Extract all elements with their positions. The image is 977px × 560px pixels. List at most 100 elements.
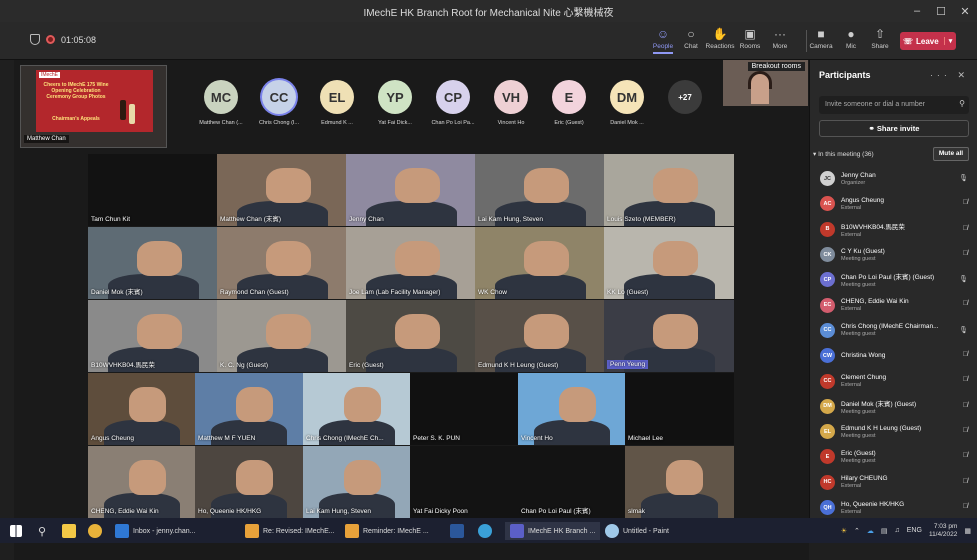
rooms-button[interactable]: ▣ Rooms bbox=[735, 26, 765, 50]
video-tile[interactable]: WK Chow bbox=[475, 227, 605, 299]
avatar-tile[interactable]: E Eric (Guest) bbox=[541, 80, 597, 126]
task-reminder[interactable]: Reminder: IMechE ... bbox=[345, 522, 429, 540]
video-tile[interactable]: CHENG, Eddie Wai Kin bbox=[88, 446, 196, 518]
task-teams[interactable]: IMechE HK Branch ... bbox=[505, 522, 601, 540]
video-tile[interactable]: Joe Lam (Lab Facility Manager) bbox=[346, 227, 476, 299]
avatar-tile[interactable]: EL Edmund K ... bbox=[309, 80, 365, 126]
avatar-tile[interactable]: VH Vincent Ho bbox=[483, 80, 539, 126]
video-tile[interactable]: Lai Kam Hung, Steven bbox=[475, 154, 605, 226]
task-reminder-label: Reminder: IMechE ... bbox=[363, 527, 429, 535]
cloud-icon[interactable]: ☁ bbox=[867, 527, 874, 535]
avatar: CC bbox=[262, 80, 296, 114]
video-tile[interactable]: Angus Cheung bbox=[88, 373, 196, 445]
search-taskbar-button[interactable]: ⚲ bbox=[38, 522, 46, 540]
task-re[interactable]: Re: Revised: IMechE... bbox=[245, 522, 335, 540]
video-tile[interactable]: B10WVHKB04.馬民荣 bbox=[88, 300, 218, 372]
video-tile[interactable]: Yat Fai Dicky Poon bbox=[410, 446, 518, 518]
participant-row[interactable]: EC CHENG, Eddie Wai Kin External 🎙̸ bbox=[810, 292, 977, 317]
video-tile[interactable]: Ho, Queenie HK/HKG bbox=[195, 446, 303, 518]
participant-name: Daniel Mok (末賓) (Guest) bbox=[841, 400, 917, 408]
share-invite-button[interactable]: ⚭ Share invite bbox=[819, 120, 969, 137]
video-tile[interactable]: slmak bbox=[625, 446, 734, 518]
video-tile[interactable]: K. C. Ng (Guest) bbox=[217, 300, 347, 372]
video-tile[interactable]: Tam Chun Kit bbox=[88, 154, 218, 226]
chrome-button[interactable] bbox=[88, 522, 106, 540]
task-paint[interactable]: Untitled - Paint bbox=[605, 522, 669, 540]
video-tile[interactable]: Daniel Mok (末賓) bbox=[88, 227, 218, 299]
start-button[interactable] bbox=[10, 522, 26, 540]
avatar-tile[interactable]: YP Yat Fai Dick... bbox=[367, 80, 423, 126]
avatar: EL bbox=[320, 80, 354, 114]
participant-row[interactable]: CK C Y Ku (Guest) Meeting guest 🎙̸ bbox=[810, 242, 977, 267]
more-button[interactable]: ··· More bbox=[765, 26, 795, 50]
participant-row[interactable]: HC Hilary CHEUNG External 🎙̸ bbox=[810, 470, 977, 495]
avatar-tile[interactable]: CP Chan Po Loi Pa... bbox=[425, 80, 481, 126]
avatar-tile[interactable]: MC Matthew Chan (... bbox=[193, 80, 249, 126]
network-icon[interactable]: ▤ bbox=[881, 527, 888, 535]
weather-icon[interactable]: ☀ bbox=[841, 527, 847, 535]
participant-info: Angus Cheung External bbox=[841, 197, 977, 211]
word-button[interactable] bbox=[450, 522, 468, 540]
camera-button[interactable]: ■ Camera bbox=[806, 26, 836, 50]
avatar-tile[interactable]: DM Daniel Mok ... bbox=[599, 80, 655, 126]
participant-row[interactable]: JC Jenny Chan Organizer 🎙 bbox=[810, 166, 977, 191]
participant-row[interactable]: EL Edmund K H Leung (Guest) Meeting guest 🎙… bbox=[810, 419, 977, 444]
mute-all-button[interactable]: Mute all bbox=[933, 147, 969, 161]
video-tile[interactable]: Jenny Chan bbox=[346, 154, 476, 226]
language-indicator[interactable]: ENG bbox=[907, 527, 922, 534]
people-button[interactable]: ☺ People bbox=[648, 26, 678, 54]
chat-button[interactable]: ○ Chat bbox=[676, 26, 706, 50]
video-tile[interactable]: Raymond Chan (Guest) bbox=[217, 227, 347, 299]
task-inbox[interactable]: Inbox - jenny.chan... bbox=[115, 522, 196, 540]
camera-icon: ■ bbox=[817, 27, 825, 41]
video-tile[interactable]: Chan Po Loi Paul (末賓) bbox=[518, 446, 626, 518]
participant-name: C Y Ku (Guest) bbox=[841, 247, 885, 255]
breakout-self-view[interactable]: Breakout rooms bbox=[723, 60, 808, 106]
video-tile[interactable]: Edmund K H Leung (Guest) bbox=[475, 300, 605, 372]
video-tile[interactable]: Eric (Guest) bbox=[346, 300, 476, 372]
video-tile[interactable]: Michael Lee bbox=[625, 373, 734, 445]
video-tile[interactable]: Peter S. K. PUN bbox=[410, 373, 518, 445]
reactions-button[interactable]: ✋ Reactions bbox=[705, 26, 735, 50]
app-button[interactable] bbox=[478, 522, 496, 540]
video-tile[interactable]: Penn Yeung bbox=[604, 300, 734, 372]
person-head bbox=[266, 241, 311, 276]
avatar-tile[interactable]: CC Chris Chong (I... bbox=[251, 80, 307, 126]
maximize-button[interactable]: ☐ bbox=[929, 0, 953, 22]
participant-row[interactable]: CC Clement Chung External 🎙̸ bbox=[810, 368, 977, 393]
more-options-icon[interactable]: ··· bbox=[930, 70, 951, 80]
invite-input[interactable]: Invite someone or dial a number ⚲ bbox=[819, 96, 969, 114]
leave-button[interactable]: ☏ Leave ▾ bbox=[900, 32, 956, 50]
featured-name: Matthew Chan bbox=[24, 135, 69, 143]
video-tile[interactable]: Lai Kam Hung, Steven bbox=[303, 446, 411, 518]
participant-row[interactable]: CW Christina Wong 🎙̸ bbox=[810, 343, 977, 368]
participant-row[interactable]: AC Angus Cheung External 🎙̸ bbox=[810, 191, 977, 216]
participant-info: Ho, Queenie HK/HKG External bbox=[841, 501, 977, 515]
meeting-section-header[interactable]: ▾ In this meeting (36) bbox=[813, 150, 874, 158]
participant-row[interactable]: CC Chris Chong (IMechE Chairman... Meeting… bbox=[810, 318, 977, 343]
participant-row[interactable]: B B10WVHKB04.馬民荣 External 🎙̸ bbox=[810, 217, 977, 242]
clock[interactable]: 7:03 pm 11/4/2022 bbox=[929, 523, 957, 539]
video-tile[interactable]: Matthew M F YUEN bbox=[195, 373, 303, 445]
participant-row[interactable]: DM Daniel Mok (末賓) (Guest) Meeting guest 🎙̸ bbox=[810, 394, 977, 419]
close-panel-icon[interactable]: ✕ bbox=[957, 70, 969, 80]
minimize-button[interactable]: – bbox=[905, 0, 929, 22]
video-tile[interactable]: KK Lo (Guest) bbox=[604, 227, 734, 299]
featured-share-tile[interactable]: IMechE Cheers to IMechE 175 Wine Opening… bbox=[20, 65, 167, 148]
mic-button[interactable]: ● Mic bbox=[836, 26, 866, 50]
close-window-button[interactable]: ✕ bbox=[953, 0, 977, 22]
file-explorer-button[interactable] bbox=[62, 522, 80, 540]
participant-row[interactable]: E Eric (Guest) Meeting guest 🎙̸ bbox=[810, 444, 977, 469]
avatar-tile[interactable]: +27 bbox=[657, 80, 713, 120]
video-tile[interactable]: Matthew Chan (末賓) bbox=[217, 154, 347, 226]
notification-icon[interactable]: ▦ bbox=[964, 527, 971, 535]
video-tile[interactable]: Louis Szeto (MEMBER) bbox=[604, 154, 734, 226]
video-tile[interactable]: Chris Chong (IMechE Ch... bbox=[303, 373, 411, 445]
volume-icon[interactable]: ♫ bbox=[895, 527, 900, 534]
share-button[interactable]: ⇧ Share bbox=[865, 26, 895, 50]
participant-row[interactable]: CP Chan Po Loi Paul (末賓) (Guest) Meeting g… bbox=[810, 267, 977, 292]
chevron-down-icon[interactable]: ▾ bbox=[944, 37, 956, 45]
participant-row[interactable]: QH Ho, Queenie HK/HKG External 🎙̸ bbox=[810, 495, 977, 520]
video-tile[interactable]: Vincent Ho bbox=[518, 373, 626, 445]
chevron-up-icon[interactable]: ⌃ bbox=[854, 527, 860, 535]
